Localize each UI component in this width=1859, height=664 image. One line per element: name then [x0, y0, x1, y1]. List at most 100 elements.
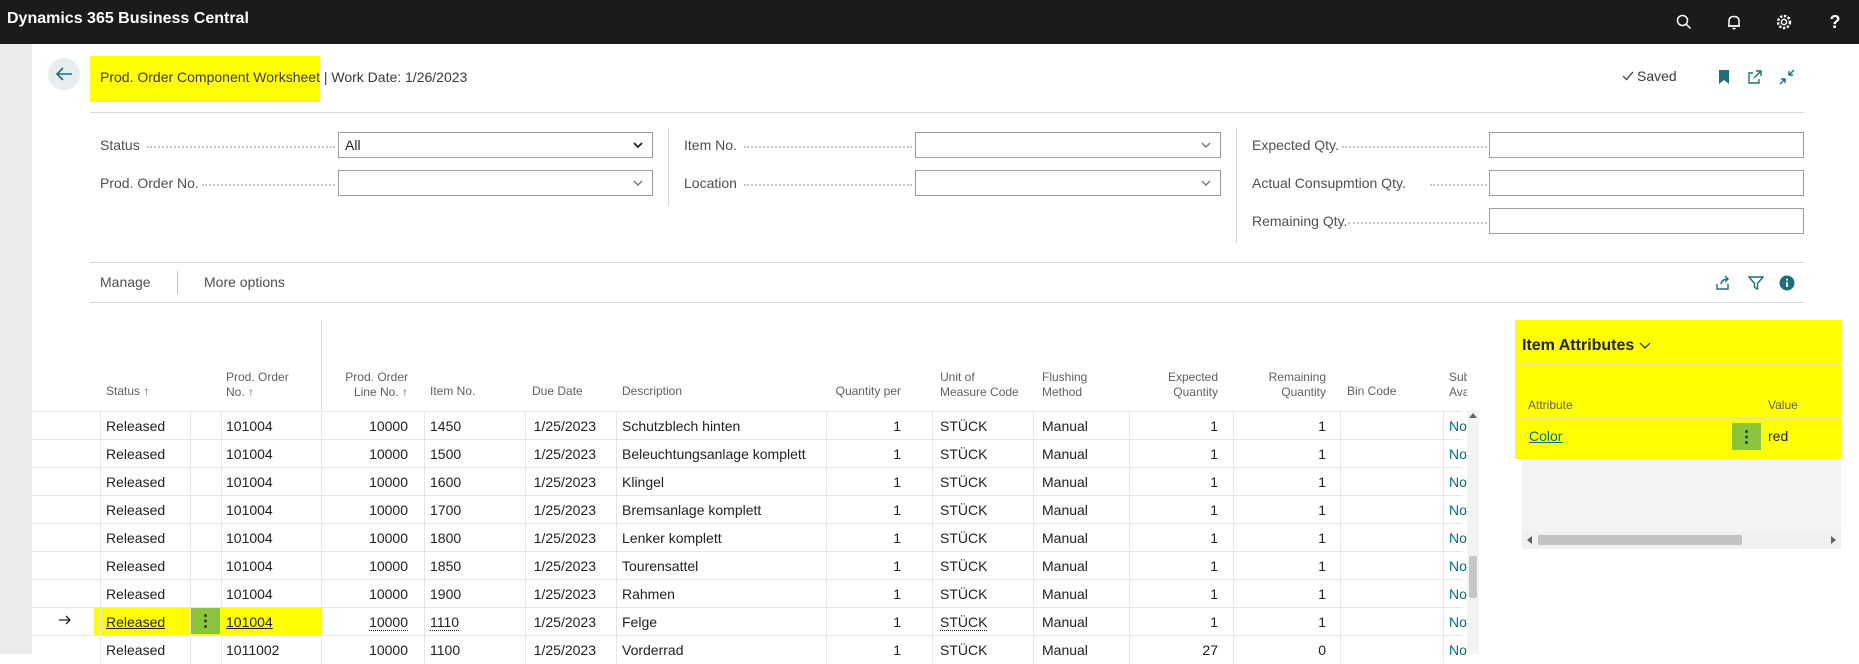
cell-subst[interactable]: No	[1449, 440, 1467, 468]
col-header-expected-qty[interactable]: Expected Quantity	[1140, 370, 1218, 400]
col-header-item-no[interactable]: Item No.	[430, 384, 475, 399]
column-separator	[321, 524, 322, 552]
chevron-down-icon	[633, 180, 643, 186]
more-options-menu[interactable]: More options	[204, 274, 285, 290]
col-header-prod-order-no[interactable]: Prod. Order No. ↑	[226, 370, 289, 400]
remaining-qty-field[interactable]	[1489, 208, 1804, 234]
cell-subst[interactable]: No	[1449, 608, 1467, 636]
cell-item: 1800	[430, 524, 510, 552]
col-header-uom[interactable]: Unit of Measure Code	[940, 370, 1019, 400]
scroll-right-icon[interactable]	[1831, 536, 1837, 544]
table-row[interactable]: Released 101004 10000 1800 1/25/2023 Lenker k…	[32, 523, 1467, 552]
cell-text: No	[1449, 614, 1467, 630]
manage-menu[interactable]: Manage	[100, 274, 151, 290]
cell-desc: Beleuchtungsanlage komplett	[622, 440, 812, 468]
cell-text: 1	[893, 642, 901, 658]
page-title-name: Prod. Order Component Worksheet	[100, 69, 320, 85]
col-header-flushing[interactable]: Flushing Method	[1042, 370, 1087, 400]
column-separator	[190, 468, 191, 496]
row-menu-button[interactable]: ⋮	[191, 608, 220, 634]
column-separator	[100, 636, 101, 664]
column-separator	[321, 636, 322, 664]
cell-flush: Manual	[1042, 440, 1122, 468]
open-new-window-icon[interactable]	[1744, 66, 1766, 88]
search-icon[interactable]	[1672, 10, 1696, 34]
cell-remaining: 1	[1240, 580, 1326, 608]
item-no-field[interactable]	[915, 132, 1221, 158]
location-field[interactable]	[915, 170, 1221, 196]
column-separator	[616, 524, 617, 552]
back-button[interactable]	[48, 58, 80, 90]
table-row[interactable]: Released 1011002 10000 1100 1/25/2023 Vorderr…	[32, 635, 1467, 664]
factbox-title[interactable]: Item Attributes	[1522, 337, 1651, 355]
cell-order: 101004	[226, 496, 316, 524]
cell-desc: Bremsanlage komplett	[622, 496, 812, 524]
cell-subst[interactable]: No	[1449, 412, 1467, 440]
cell-due: 1/25/2023	[514, 552, 596, 580]
cell-subst[interactable]: No	[1449, 496, 1467, 524]
col-header-description[interactable]: Description	[622, 384, 682, 399]
cell-subst[interactable]: No	[1449, 468, 1467, 496]
left-strip	[0, 44, 32, 654]
col-header-remaining-qty[interactable]: Remaining Quantity	[1240, 370, 1326, 400]
cell-remaining: 1	[1240, 440, 1326, 468]
bell-icon[interactable]	[1722, 10, 1746, 34]
table-row[interactable]: Released 101004 10000 1500 1/25/2023 Beleucht…	[32, 439, 1467, 468]
column-separator	[1233, 524, 1234, 552]
col-header-substitute[interactable]: Substi Availa	[1449, 370, 1467, 400]
gear-icon[interactable]	[1772, 10, 1796, 34]
column-separator	[321, 608, 322, 636]
info-icon[interactable]	[1776, 272, 1798, 294]
cell-desc: Schutzblech hinten	[622, 412, 812, 440]
cell-expected: 1	[1140, 552, 1218, 580]
cell-text: Manual	[1042, 614, 1088, 630]
cell-status[interactable]: Released	[106, 608, 186, 636]
cell-remaining: 1	[1240, 552, 1326, 580]
cell-line: 10000	[330, 580, 408, 608]
actual-consumption-field[interactable]	[1489, 170, 1804, 196]
share-icon[interactable]	[1712, 272, 1734, 294]
cell-remaining: 1	[1240, 608, 1326, 636]
cell-subst[interactable]: No	[1449, 552, 1467, 580]
scroll-left-icon[interactable]	[1526, 536, 1532, 544]
cell-text: Released	[106, 474, 166, 490]
grid-scrollbar[interactable]	[1467, 410, 1479, 654]
grid-scroll-thumb[interactable]	[1469, 556, 1477, 598]
collapse-icon[interactable]	[1776, 66, 1798, 88]
expected-qty-field[interactable]	[1489, 132, 1804, 158]
col-header-status[interactable]: Status ↑	[106, 384, 149, 399]
cell-subst[interactable]: No	[1449, 524, 1467, 552]
attribute-color-link[interactable]: Color	[1529, 428, 1562, 444]
filter-icon[interactable]	[1745, 272, 1767, 294]
help-icon[interactable]: ?	[1823, 10, 1847, 34]
table-row[interactable]: Released 101004 10000 1600 1/25/2023 Klingel 1…	[32, 467, 1467, 496]
table-row[interactable]: Released 101004 10000 1850 1/25/2023 Tourensa…	[32, 551, 1467, 580]
table-row[interactable]: Released 101004 10000 1700 1/25/2023 Bremsanl…	[32, 495, 1467, 524]
cell-status: Released	[106, 524, 186, 552]
cell-subst[interactable]: No	[1449, 580, 1467, 608]
cell-order[interactable]: 101004	[226, 608, 316, 636]
col-header-quantity-per[interactable]: Quantity per	[820, 384, 901, 399]
cell-subst[interactable]: No	[1449, 636, 1467, 664]
column-separator	[1340, 636, 1341, 664]
col-header-bin-code[interactable]: Bin Code	[1347, 384, 1396, 399]
cell-text: 1450	[430, 418, 462, 434]
prod-order-no-field[interactable]	[338, 170, 653, 196]
factbox-scroll-thumb[interactable]	[1538, 535, 1742, 545]
status-select[interactable]: All	[338, 132, 653, 158]
col-header-due-date[interactable]: Due Date	[532, 384, 583, 399]
col-header-line-no[interactable]: Prod. Order Line No. ↑	[330, 370, 408, 400]
cell-text: 10000	[369, 558, 408, 574]
scroll-up-icon[interactable]	[1469, 412, 1477, 418]
table-row-selected[interactable]: Released 101004 10000 1110 1/25/2023 Felge 1 ST…	[32, 607, 1467, 636]
cell-due: 1/25/2023	[514, 468, 596, 496]
factbox-row-menu-button[interactable]: ⋮	[1732, 423, 1761, 450]
cell-line: 10000	[330, 496, 408, 524]
table-row[interactable]: Released 101004 10000 1450 1/25/2023 Schutzbl…	[32, 411, 1467, 440]
cell-text: No	[1449, 418, 1467, 434]
app-title[interactable]: Dynamics 365 Business Central	[7, 10, 249, 28]
table-row[interactable]: Released 101004 10000 1900 1/25/2023 Rahmen 1 S…	[32, 579, 1467, 608]
cell-expected: 1	[1140, 440, 1218, 468]
column-separator	[1233, 412, 1234, 440]
bookmark-icon[interactable]	[1713, 66, 1735, 88]
